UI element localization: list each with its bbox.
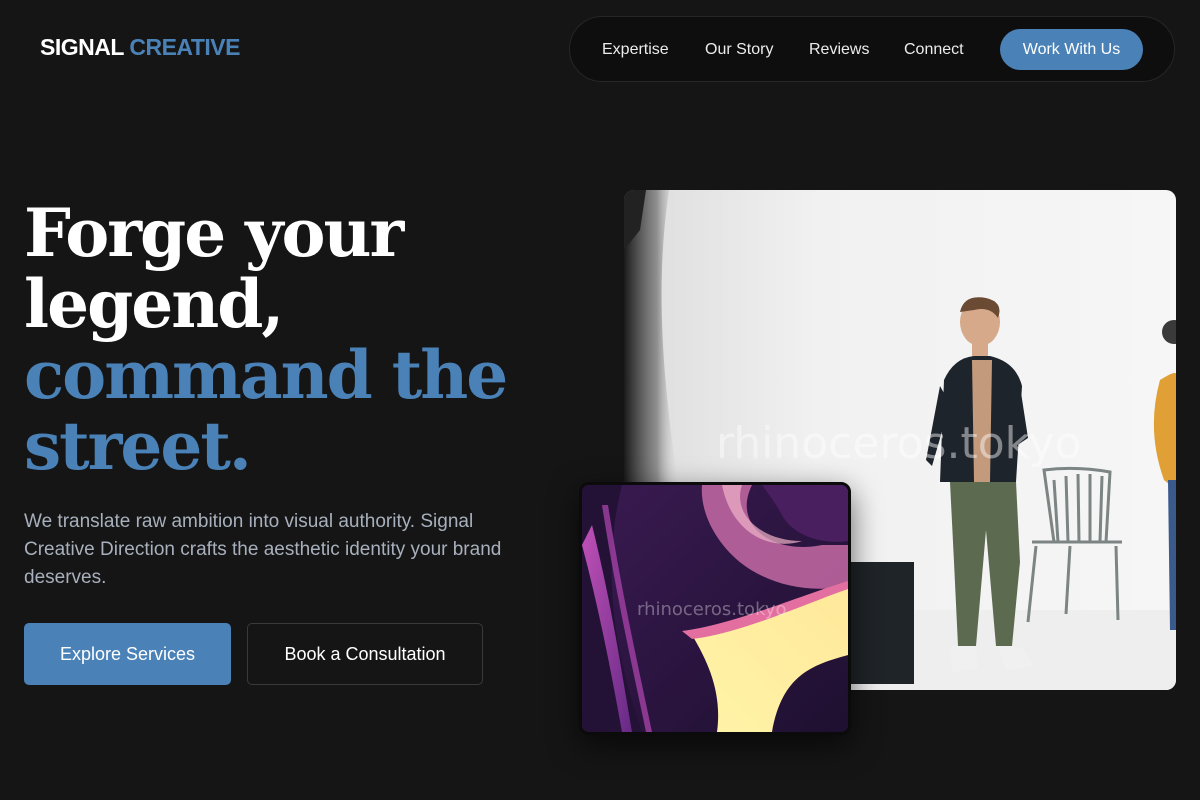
explore-services-button[interactable]: Explore Services (24, 623, 231, 685)
hero-subtext: We translate raw ambition into visual au… (24, 511, 502, 588)
work-with-us-button[interactable]: Work With Us (1000, 29, 1143, 70)
book-consultation-button[interactable]: Book a Consultation (247, 623, 483, 685)
nav-link-connect[interactable]: Connect (904, 17, 964, 83)
headline-line-3: command the (24, 336, 508, 414)
logo-primary-text: SIGNAL (40, 34, 124, 60)
headline-line-4: street. (24, 407, 252, 485)
main-navigation: Expertise Our Story Reviews Connect Work… (569, 16, 1175, 82)
nav-link-reviews[interactable]: Reviews (809, 17, 869, 83)
headline-line-2: legend, (24, 265, 284, 343)
logo-accent-text: CREATIVE (129, 34, 240, 60)
hero-inset-artwork: rhinoceros.tokyo (579, 482, 851, 735)
hero-headline: Forge your legend, command the street. (24, 194, 508, 485)
main-photo-watermark: rhinoceros.tokyo (716, 418, 1082, 469)
headline-line-1: Forge your (24, 194, 404, 272)
brand-logo[interactable]: SIGNAL CREATIVE (40, 34, 240, 61)
landing-page: SIGNAL CREATIVE Expertise Our Story Revi… (0, 0, 1200, 800)
inset-watermark: rhinoceros.tokyo (637, 599, 787, 620)
nav-link-our-story[interactable]: Our Story (705, 17, 773, 83)
nav-link-expertise[interactable]: Expertise (602, 17, 669, 83)
